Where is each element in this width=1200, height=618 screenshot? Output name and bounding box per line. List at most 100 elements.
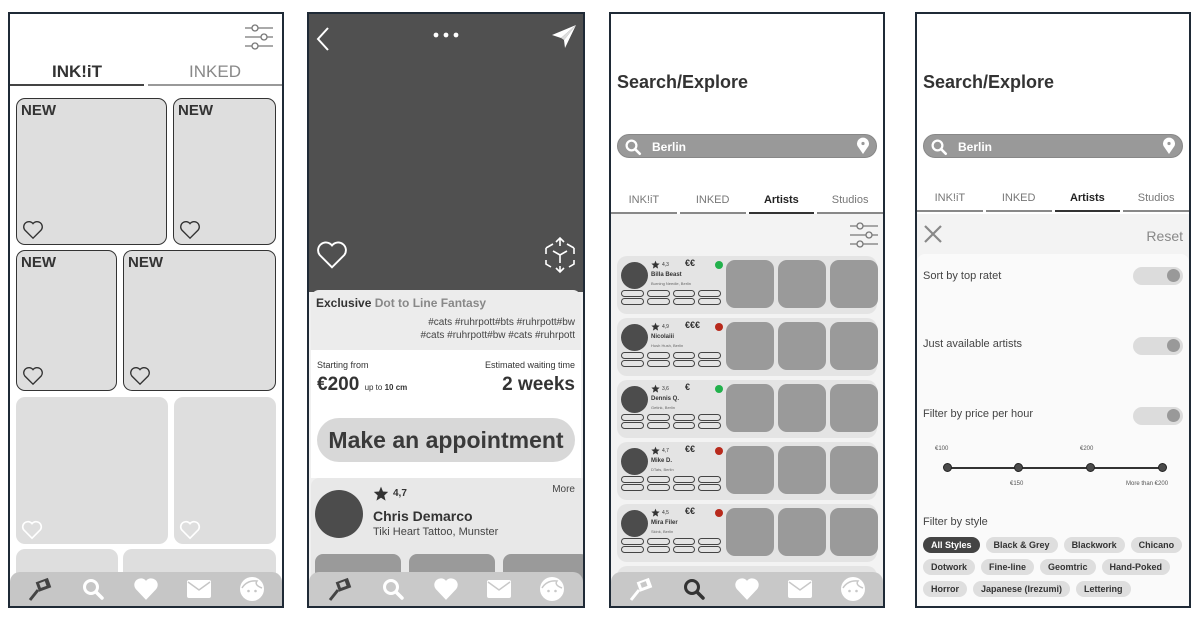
artist-work-thumbnail[interactable] [778,508,826,556]
artist-work-thumbnail[interactable] [726,322,774,370]
feed-card[interactable]: NEW [16,98,167,245]
artist-avatar[interactable] [621,510,648,537]
back-icon[interactable] [315,26,331,57]
artist-row[interactable]: 3,6 € Dennis Q. Getink, Berlin [617,380,878,438]
feed-card[interactable]: NEW [173,98,276,245]
heart-icon[interactable] [432,575,460,603]
heart-icon[interactable] [179,520,201,540]
artist-work-thumbnail[interactable] [726,508,774,556]
artist-row[interactable]: 4,9 €€€ Nicolaiii Hush Hush, Berlin [617,318,878,376]
style-chip[interactable]: Horror [923,581,968,597]
location-search-input[interactable]: Berlin [923,134,1183,158]
available-artists-toggle[interactable] [1133,337,1183,355]
artist-name[interactable]: Chris Demarco [373,508,473,524]
artist-row[interactable]: 4,7 €€ Mike D. DTats, Berlin [617,442,878,500]
artist-avatar[interactable] [621,324,648,351]
artist-work-thumbnail[interactable] [726,446,774,494]
mail-icon[interactable] [185,575,213,603]
tab-studios[interactable]: Studios [817,194,883,214]
artist-work-thumbnail[interactable] [778,446,826,494]
heart-icon[interactable] [315,240,349,275]
mail-icon[interactable] [786,575,814,603]
more-link[interactable]: More [552,484,575,495]
send-icon[interactable] [551,24,577,55]
artist-avatar[interactable] [621,448,648,475]
artist-name[interactable]: Nicolaiii [651,334,674,340]
style-chip[interactable]: Hand-Poked [1101,559,1171,575]
search-icon[interactable] [79,575,107,603]
tab-artists[interactable]: Artists [748,194,815,214]
style-chip[interactable]: Blackwork [1063,537,1125,553]
artist-work-thumbnail[interactable] [830,446,878,494]
artist-avatar[interactable] [315,490,363,538]
artist-row[interactable]: 4,3 €€ Billa Beast Burning Needle, Berlin [617,256,878,314]
reset-button[interactable]: Reset [1146,228,1183,244]
tab-inkit[interactable]: INK!iT [611,194,677,214]
artist-work-thumbnail[interactable] [830,322,878,370]
location-pin-icon[interactable] [856,137,870,160]
ar-cube-icon[interactable] [543,236,577,279]
close-icon[interactable] [923,224,943,249]
heart-icon[interactable] [22,220,44,240]
artist-avatar[interactable] [621,386,648,413]
price-filter-toggle[interactable] [1133,407,1183,425]
filter-sliders-icon[interactable] [849,222,879,253]
artist-row[interactable]: 4,5 €€ Mira Filer Skink, Berlin [617,504,878,562]
tab-artists[interactable]: Artists [1054,192,1121,212]
profile-icon[interactable] [238,575,266,603]
artist-work-thumbnail[interactable] [726,260,774,308]
artist-name[interactable]: Billa Beast [651,272,682,278]
feed-card[interactable]: NEW [16,250,117,391]
sort-top-rated-toggle[interactable] [1133,267,1183,285]
artist-name[interactable]: Mira Filer [651,520,678,526]
style-chip[interactable]: Geomtric [1040,559,1096,575]
tattoo-machine-icon[interactable] [326,575,354,603]
style-chip[interactable]: All Styles [923,537,980,553]
heart-icon[interactable] [132,575,160,603]
tab-studios[interactable]: Studios [1123,192,1189,212]
price-slider-stop[interactable] [1014,463,1023,472]
artist-work-thumbnail[interactable] [830,384,878,432]
feed-card[interactable]: NEW [123,250,276,391]
price-slider-stop[interactable] [943,463,952,472]
mail-icon[interactable] [485,575,513,603]
price-slider-stop[interactable] [1158,463,1167,472]
artist-work-thumbnail[interactable] [778,260,826,308]
more-dots-icon[interactable] [432,26,462,44]
location-pin-icon[interactable] [1162,137,1176,160]
artist-name[interactable]: Dennis Q. [651,396,679,402]
artist-work-thumbnail[interactable] [830,508,878,556]
profile-icon[interactable] [839,575,867,603]
style-chip[interactable]: Lettering [1076,581,1131,597]
make-appointment-button[interactable]: Make an appointment [317,418,575,462]
artist-name[interactable]: Mike D. [651,458,672,464]
heart-icon[interactable] [22,366,44,386]
hashtags-line[interactable]: #cats #ruhrpott#bw #cats #ruhrpott [420,329,575,342]
heart-icon[interactable] [129,366,151,386]
hashtags-line[interactable]: #cats #ruhrpott#bts #ruhrpott#bw [420,316,575,329]
artist-work-thumbnail[interactable] [830,260,878,308]
search-icon[interactable] [680,575,708,603]
price-slider-track[interactable] [947,467,1163,469]
location-search-input[interactable]: Berlin [617,134,877,158]
tattoo-machine-icon[interactable] [26,575,54,603]
filter-sliders-icon[interactable] [244,24,274,50]
heart-icon[interactable] [179,220,201,240]
artist-work-thumbnail[interactable] [778,322,826,370]
profile-icon[interactable] [538,575,566,603]
price-slider-stop[interactable] [1086,463,1095,472]
artist-work-thumbnail[interactable] [778,384,826,432]
artist-work-thumbnail[interactable] [726,384,774,432]
artist-avatar[interactable] [621,262,648,289]
tab-inkit[interactable]: INK!iT [917,192,983,212]
tab-inked[interactable]: INKED [985,192,1052,212]
style-chip[interactable]: Black & Grey [985,537,1058,553]
style-chip[interactable]: Japanese (Irezumi) [973,581,1071,597]
style-chip[interactable]: Fine-line [981,559,1035,575]
tab-inkit[interactable]: INK!iT [10,58,144,86]
style-chip[interactable]: Dotwork [923,559,975,575]
feed-card[interactable] [174,397,276,544]
heart-icon[interactable] [733,575,761,603]
tab-inked[interactable]: INKED [148,58,282,86]
tattoo-machine-icon[interactable] [627,575,655,603]
